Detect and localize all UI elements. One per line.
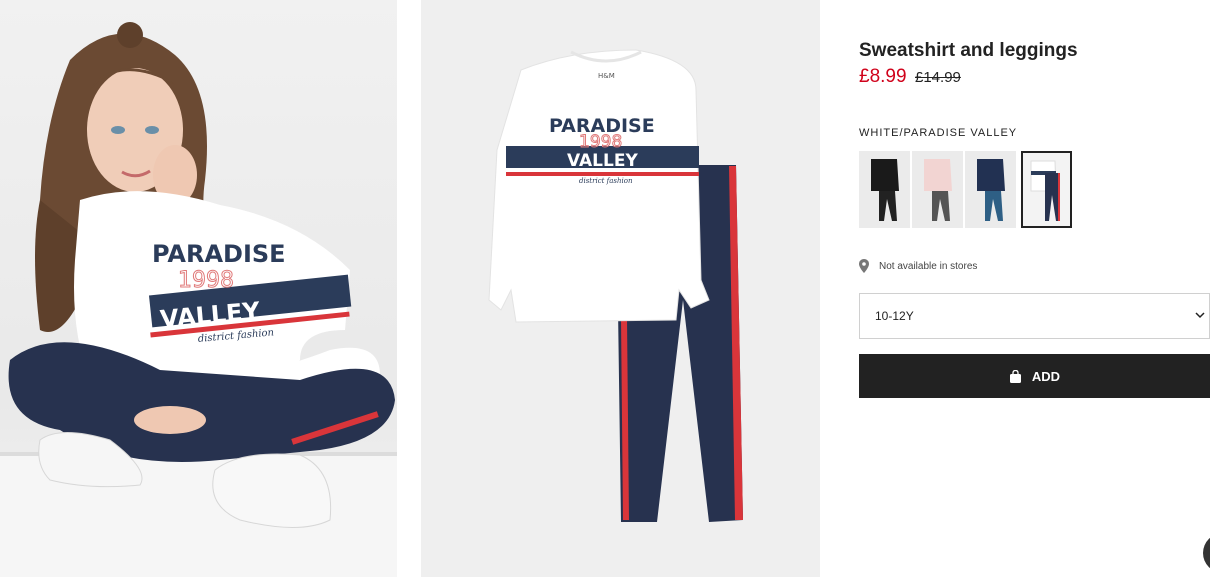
product-flatlay-image[interactable]: H&M PARADISE 1998 VALLEY district fashio… bbox=[421, 0, 820, 577]
swatch-dark-blue[interactable] bbox=[965, 151, 1016, 228]
print-line-1: PARADISE bbox=[152, 240, 286, 268]
swatch-black-thumbnail bbox=[871, 159, 899, 221]
flatlay-illustration: H&M PARADISE 1998 VALLEY district fashio… bbox=[488, 49, 743, 522]
swatch-black[interactable] bbox=[859, 151, 910, 228]
swatch-white-paradise-valley[interactable] bbox=[1021, 151, 1072, 228]
swatch-pink-thumbnail bbox=[924, 159, 952, 221]
size-select-value: 10-12Y bbox=[875, 309, 914, 323]
price-row: £8.99 £14.99 bbox=[859, 66, 961, 88]
swatch-white-thumbnail bbox=[1030, 160, 1060, 221]
print-line-2: 1998 bbox=[178, 268, 234, 293]
location-pin-icon bbox=[859, 259, 869, 273]
store-availability: Not available in stores bbox=[859, 259, 977, 273]
flat-print-line-2: 1998 bbox=[579, 132, 622, 152]
label-tag: H&M bbox=[598, 72, 615, 80]
store-availability-text: Not available in stores bbox=[879, 260, 978, 272]
color-swatches bbox=[859, 151, 1072, 228]
size-select[interactable]: 10-12Y bbox=[859, 293, 1210, 339]
swatch-blue-thumbnail bbox=[977, 159, 1005, 221]
original-price: £14.99 bbox=[915, 69, 961, 86]
add-to-bag-button[interactable]: ADD bbox=[859, 354, 1210, 398]
sale-price: £8.99 bbox=[859, 66, 907, 87]
selected-color-label: WHITE/PARADISE VALLEY bbox=[859, 127, 1018, 139]
chevron-down-icon bbox=[1195, 312, 1205, 319]
flat-print-line-4: district fashion bbox=[579, 177, 633, 185]
flat-print-line-3: VALLEY bbox=[567, 151, 638, 171]
shopping-bag-icon bbox=[1009, 369, 1021, 383]
product-model-image[interactable]: PARADISE 1998 VALLEY district fashion bbox=[0, 0, 397, 577]
model-illustration: PARADISE 1998 VALLEY district fashion bbox=[0, 22, 397, 577]
add-button-label: ADD bbox=[1031, 368, 1061, 384]
swatch-light-pink[interactable] bbox=[912, 151, 963, 228]
product-title: Sweatshirt and leggings bbox=[859, 40, 1078, 61]
chat-widget-button[interactable] bbox=[1203, 533, 1210, 573]
